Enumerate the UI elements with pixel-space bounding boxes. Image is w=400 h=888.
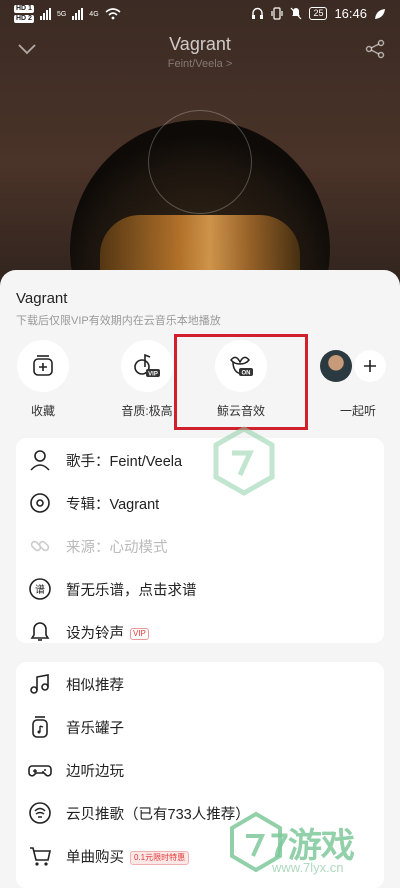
purchase-label: 单曲购买 [66,850,124,866]
artist-label: 歌手：Feint/Veela [66,454,183,470]
vip-badge: VIP [130,628,149,641]
list-item-score[interactable]: 谱 暂无乐谱，点击求谱 [16,567,384,610]
listen-together-button[interactable]: 一起听 [318,340,398,419]
svg-text:VIP: VIP [148,372,158,378]
disc-center-ring [148,110,252,214]
sheet-song-title: Vagrant [16,290,68,307]
hd2-badge: HD 2 [14,15,34,23]
sheet-subtitle: 下载后仅限VIP有效期内在云音乐本地播放 [16,315,221,327]
ringtone-label: 设为铃声 [66,626,124,642]
listen-together-icon [354,350,386,382]
list-item-play-game[interactable]: 边听边玩 [16,748,384,791]
list-item-ringtone[interactable]: 设为铃声 VIP [16,610,384,653]
list-item-similar[interactable]: 相似推荐 [16,662,384,705]
list-item-music-jar[interactable]: 音乐罐子 [16,705,384,748]
net1-label: 5G [56,10,67,18]
listen-together-label: 一起听 [339,404,376,418]
status-bar: HD 1 HD 2 5G 4G 25 16:46 [0,0,400,28]
battery-indicator: 25 [309,7,328,20]
music-vip-icon: VIP [134,353,160,378]
hd1-badge: HD 1 [14,5,34,13]
add-to-playlist-icon [33,355,53,376]
music-notes-icon [30,674,49,694]
score-label: 暂无乐谱，点击求谱 [66,583,197,599]
yunbei-label: 云贝推歌（已有733人推荐） [66,807,250,823]
quality-label: 音质:极高 [121,404,173,418]
vibrate-icon [271,7,284,20]
player-top-bar: Vagrant Feint/Veela > [0,30,400,74]
link-icon [30,540,50,552]
leaf-icon [375,8,385,19]
source-label: 来源：心动模式 [66,540,168,556]
album-label: 专辑：Vagrant [66,497,160,513]
clock: 16:46 [334,6,367,21]
score-icon: 谱 [29,578,51,600]
highlight-box [174,334,308,430]
list-item-source: 来源：心动模式 [16,524,384,567]
price-badge: 0.1元限时特惠 [130,851,190,866]
wifi-icon [105,8,121,20]
player-artist-link[interactable]: Feint/Veela > [0,58,400,70]
person-icon [30,450,50,471]
bell-icon [30,622,50,641]
headphones-icon [252,7,264,19]
music-jar-label: 音乐罐子 [66,721,124,737]
signal1-icon [39,8,51,20]
signal2-icon [72,8,84,20]
disc-icon [30,493,50,513]
gamepad-icon [28,765,52,777]
yunbei-icon [29,802,51,824]
list-item-album[interactable]: 专辑：Vagrant [16,481,384,524]
similar-label: 相似推荐 [66,678,124,694]
watermark-logo-icon [213,426,275,496]
svg-text:谱: 谱 [35,583,45,596]
list-item-artist[interactable]: 歌手：Feint/Veela [16,438,384,481]
avatar [320,350,352,382]
player-song-title: Vagrant [169,34,231,54]
cart-icon [30,847,51,866]
music-jar-icon [32,716,48,738]
net2-label: 4G [89,10,99,18]
collect-button[interactable]: 收藏 [8,340,78,419]
collect-label: 收藏 [30,404,55,418]
song-info-card: 歌手：Feint/Veela 专辑：Vagrant 来源：心动模式 谱 暂无乐谱… [16,438,384,643]
quality-button[interactable]: VIP 音质:极高 [112,340,182,419]
play-game-label: 边听边玩 [66,764,124,780]
mute-icon [290,7,302,20]
share-icon[interactable] [364,38,386,60]
watermark-url: www.7lyx.cn [272,860,344,875]
